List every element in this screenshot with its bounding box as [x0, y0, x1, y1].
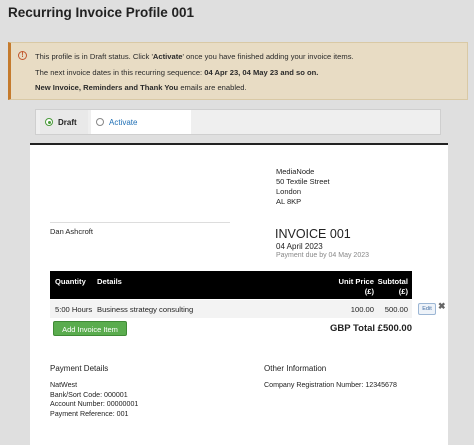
status-activate-label: Activate — [109, 117, 138, 127]
item-subtotal: 500.00 — [384, 305, 408, 314]
client-name: Dan Ashcroft — [50, 227, 93, 236]
sender-city: London — [276, 187, 302, 196]
payment-details-title: Payment Details — [50, 364, 109, 373]
sender-name: MediaNode — [276, 167, 315, 176]
warning-icon: ! — [18, 51, 27, 60]
item-details: Business strategy consulting — [97, 305, 194, 314]
account-number: Account Number: 00000001 — [50, 400, 139, 408]
total-label: GBP Total — [330, 323, 376, 334]
delete-item-icon[interactable]: ✖ — [438, 301, 446, 312]
add-invoice-item-button[interactable]: Add Invoice Item — [53, 321, 127, 336]
payment-reference: Payment Reference: 001 — [50, 409, 129, 418]
status-draft-label: Draft — [58, 117, 77, 127]
alert-line-3: New Invoice, Reminders and Thank You ema… — [35, 83, 247, 92]
col-subtotal: Subtotal (£) — [377, 277, 408, 296]
alert-line-1: This profile is in Draft status. Click '… — [35, 52, 354, 61]
col-details: Details — [97, 277, 122, 286]
invoice-title: INVOICE 001 — [275, 227, 351, 241]
status-draft-option[interactable]: Draft — [40, 110, 88, 134]
col-unit-price: Unit Price (£) — [338, 277, 374, 296]
sender-postcode: AL 8KP — [276, 197, 302, 206]
item-quantity: 5:00 Hours — [55, 305, 93, 314]
bank-name: NatWest — [50, 381, 78, 389]
invoice-due-date: Payment due by 04 May 2023 — [276, 252, 370, 259]
total-value: £500.00 — [377, 323, 412, 334]
status-selector: Draft Activate — [35, 109, 441, 135]
sort-code: Bank/Sort Code: 000001 — [50, 390, 128, 399]
radio-checked-icon — [45, 118, 53, 126]
company-registration: Company Registration Number: 12345678 — [264, 381, 397, 389]
radio-unchecked-icon — [96, 118, 104, 126]
other-information: Company Registration Number: 12345678 — [264, 381, 397, 389]
edit-item-button[interactable]: Edit — [418, 303, 436, 315]
divider — [50, 222, 230, 223]
other-information-title: Other Information — [264, 364, 327, 373]
col-quantity: Quantity — [55, 277, 86, 286]
items-table-header: Quantity Details Unit Price (£) Subtotal(… — [50, 271, 412, 299]
sender-address: MediaNode 50 Textile Street London AL 8K… — [276, 167, 330, 207]
status-activate-option[interactable]: Activate — [91, 110, 191, 134]
sender-street: 50 Textile Street — [276, 177, 330, 186]
alert-line-2: The next invoice dates in this recurring… — [35, 68, 319, 77]
item-unit-price: 100.00 — [350, 305, 374, 314]
invoice-date: 04 April 2023 — [276, 242, 323, 251]
invoice-preview: MediaNode 50 Textile Street London AL 8K… — [30, 143, 448, 445]
table-row: 5:00 Hours Business strategy consulting … — [50, 300, 412, 318]
page-title: Recurring Invoice Profile 001 — [8, 5, 195, 20]
draft-status-alert: ! This profile is in Draft status. Click… — [8, 42, 468, 100]
payment-details: NatWest Bank/Sort Code: 000001 Account N… — [50, 381, 138, 419]
